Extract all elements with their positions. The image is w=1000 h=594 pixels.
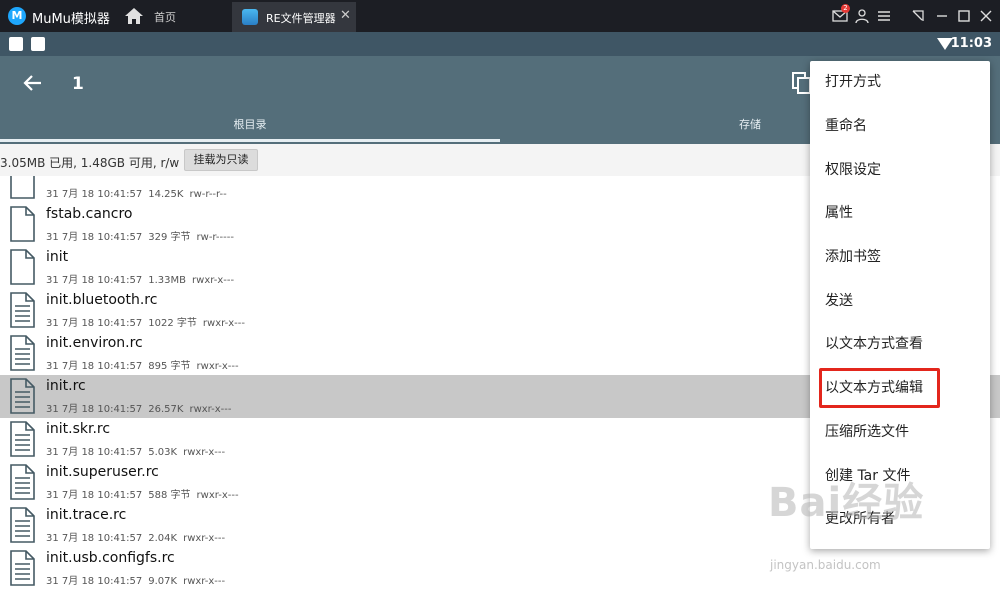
file-name: init.superuser.rc [46, 464, 159, 480]
file-name: init [46, 249, 69, 265]
file-meta: 31 7月 18 10:41:57 1022 字节 rwxr-x--- [46, 314, 251, 329]
file-meta: 31 7月 18 10:41:57 1.33MB rwxr-x--- [46, 271, 240, 286]
file-meta: 31 7月 18 10:41:57 14.25K rw-r--r-- [46, 185, 233, 200]
file-perms: rwxr-x--- [189, 404, 232, 415]
file-name: init.usb.configfs.rc [46, 550, 175, 566]
file-icon [10, 176, 35, 199]
menu-icon[interactable] [876, 8, 892, 24]
app-name: MuMu模拟器 [32, 12, 110, 27]
notification-icon [9, 37, 23, 51]
file-meta: 31 7月 18 10:41:57 5.03K rwxr-x--- [46, 443, 231, 458]
tab-indicator [0, 139, 500, 142]
file-size: 588 字节 [148, 490, 191, 501]
file-meta: 31 7月 18 10:41:57 329 字节 rw-r----- [46, 228, 240, 243]
baidu-watermark-url: jingyan.baidu.com [770, 558, 881, 572]
menu-item-open-with[interactable]: 打开方式 [810, 61, 990, 104]
mumu-logo-icon: M [8, 7, 26, 25]
file-name: init.environ.rc [46, 335, 143, 351]
re-file-manager-icon [242, 9, 258, 25]
file-date: 31 7月 18 10:41:57 [46, 232, 143, 243]
file-date: 31 7月 18 10:41:57 [46, 275, 143, 286]
text-file-icon [10, 335, 35, 371]
menu-item-permissions[interactable]: 权限设定 [810, 149, 990, 192]
file-size: 329 字节 [148, 232, 191, 243]
menu-item-compress[interactable]: 压缩所选文件 [810, 411, 990, 454]
tab-re-file-manager[interactable]: RE文件管理器 ✕ [232, 2, 356, 32]
text-file-icon [10, 378, 35, 414]
file-size: 14.25K [148, 189, 184, 200]
highlight-box [819, 368, 940, 408]
close-window-icon[interactable] [978, 8, 994, 24]
menu-item-send[interactable]: 发送 [810, 280, 990, 323]
android-status-bar: 11:03 [0, 32, 1000, 56]
file-perms: rwxr-x--- [196, 490, 239, 501]
file-name: fstab.cancro [46, 206, 133, 222]
file-perms: rwxr-x--- [192, 275, 235, 286]
text-file-icon [10, 421, 35, 457]
file-size: 1.33MB [148, 275, 187, 286]
file-meta: 31 7月 18 10:41:57 895 字节 rwxr-x--- [46, 357, 245, 372]
maximize-icon[interactable] [956, 8, 972, 24]
storage-usage-text: 3.05MB 已用, 1.48GB 可用, r/w [0, 156, 180, 170]
menu-item-add-bookmark[interactable]: 添加书签 [810, 236, 990, 279]
file-size: 1022 字节 [148, 318, 197, 329]
file-size: 5.03K [148, 447, 178, 458]
file-name: init.skr.rc [46, 421, 111, 437]
file-meta: 31 7月 18 10:41:57 2.04K rwxr-x--- [46, 529, 231, 544]
file-perms: rwxr-x--- [183, 447, 226, 458]
file-perms: rwxr-x--- [183, 576, 226, 587]
file-icon [10, 249, 35, 285]
user-icon[interactable] [854, 8, 870, 24]
menu-item-rename[interactable]: 重命名 [810, 105, 990, 148]
file-date: 31 7月 18 10:41:57 [46, 404, 143, 415]
home-icon[interactable] [124, 6, 144, 26]
file-perms: rw-r--r-- [189, 189, 227, 200]
file-date: 31 7月 18 10:41:57 [46, 490, 143, 501]
file-date: 31 7月 18 10:41:57 [46, 361, 143, 372]
shrink-icon[interactable] [910, 8, 926, 24]
back-arrow-icon[interactable] [22, 72, 44, 94]
menu-item-properties[interactable]: 属性 [810, 192, 990, 235]
file-size: 26.57K [148, 404, 184, 415]
page-title: 1 [72, 74, 84, 94]
text-file-icon [10, 550, 35, 586]
file-date: 31 7月 18 10:41:57 [46, 447, 143, 458]
close-tab-icon[interactable]: ✕ [340, 8, 351, 23]
text-file-icon [10, 292, 35, 328]
file-perms: rwxr-x--- [196, 361, 239, 372]
mail-badge: 2 [841, 4, 850, 13]
file-meta: 31 7月 18 10:41:57 26.57K rwxr-x--- [46, 400, 237, 415]
baidu-watermark: Bai经验 [768, 480, 925, 526]
mount-readonly-button[interactable]: 挂载为只读 [184, 149, 258, 171]
file-size: 9.07K [148, 576, 178, 587]
file-date: 31 7月 18 10:41:57 [46, 189, 143, 200]
copy-icon[interactable] [792, 72, 812, 94]
file-size: 895 字节 [148, 361, 191, 372]
text-file-icon [10, 464, 35, 500]
file-date: 31 7月 18 10:41:57 [46, 318, 143, 329]
tab-label: RE文件管理器 [266, 12, 336, 25]
file-perms: rwxr-x--- [202, 318, 245, 329]
file-meta: 31 7月 18 10:41:57 588 字节 rwxr-x--- [46, 486, 245, 501]
file-size: 2.04K [148, 533, 178, 544]
minimize-icon[interactable] [934, 8, 950, 24]
file-meta: 31 7月 18 10:41:57 9.07K rwxr-x--- [46, 572, 231, 587]
file-name: init.bluetooth.rc [46, 292, 158, 308]
text-file-icon [10, 507, 35, 543]
clock: 11:03 [950, 36, 992, 51]
emulator-titlebar: M MuMu模拟器 首页 RE文件管理器 ✕ 2 [0, 0, 1000, 32]
file-date: 31 7月 18 10:41:57 [46, 576, 143, 587]
file-icon [10, 206, 35, 242]
file-perms: rw-r----- [196, 232, 234, 243]
file-date: 31 7月 18 10:41:57 [46, 533, 143, 544]
file-name: init.trace.rc [46, 507, 127, 523]
home-tab-label[interactable]: 首页 [154, 9, 176, 25]
notification-icon [31, 37, 45, 51]
menu-item-view-as-text[interactable]: 以文本方式查看 [810, 323, 990, 366]
file-perms: rwxr-x--- [183, 533, 226, 544]
file-name: init.rc [46, 378, 86, 394]
